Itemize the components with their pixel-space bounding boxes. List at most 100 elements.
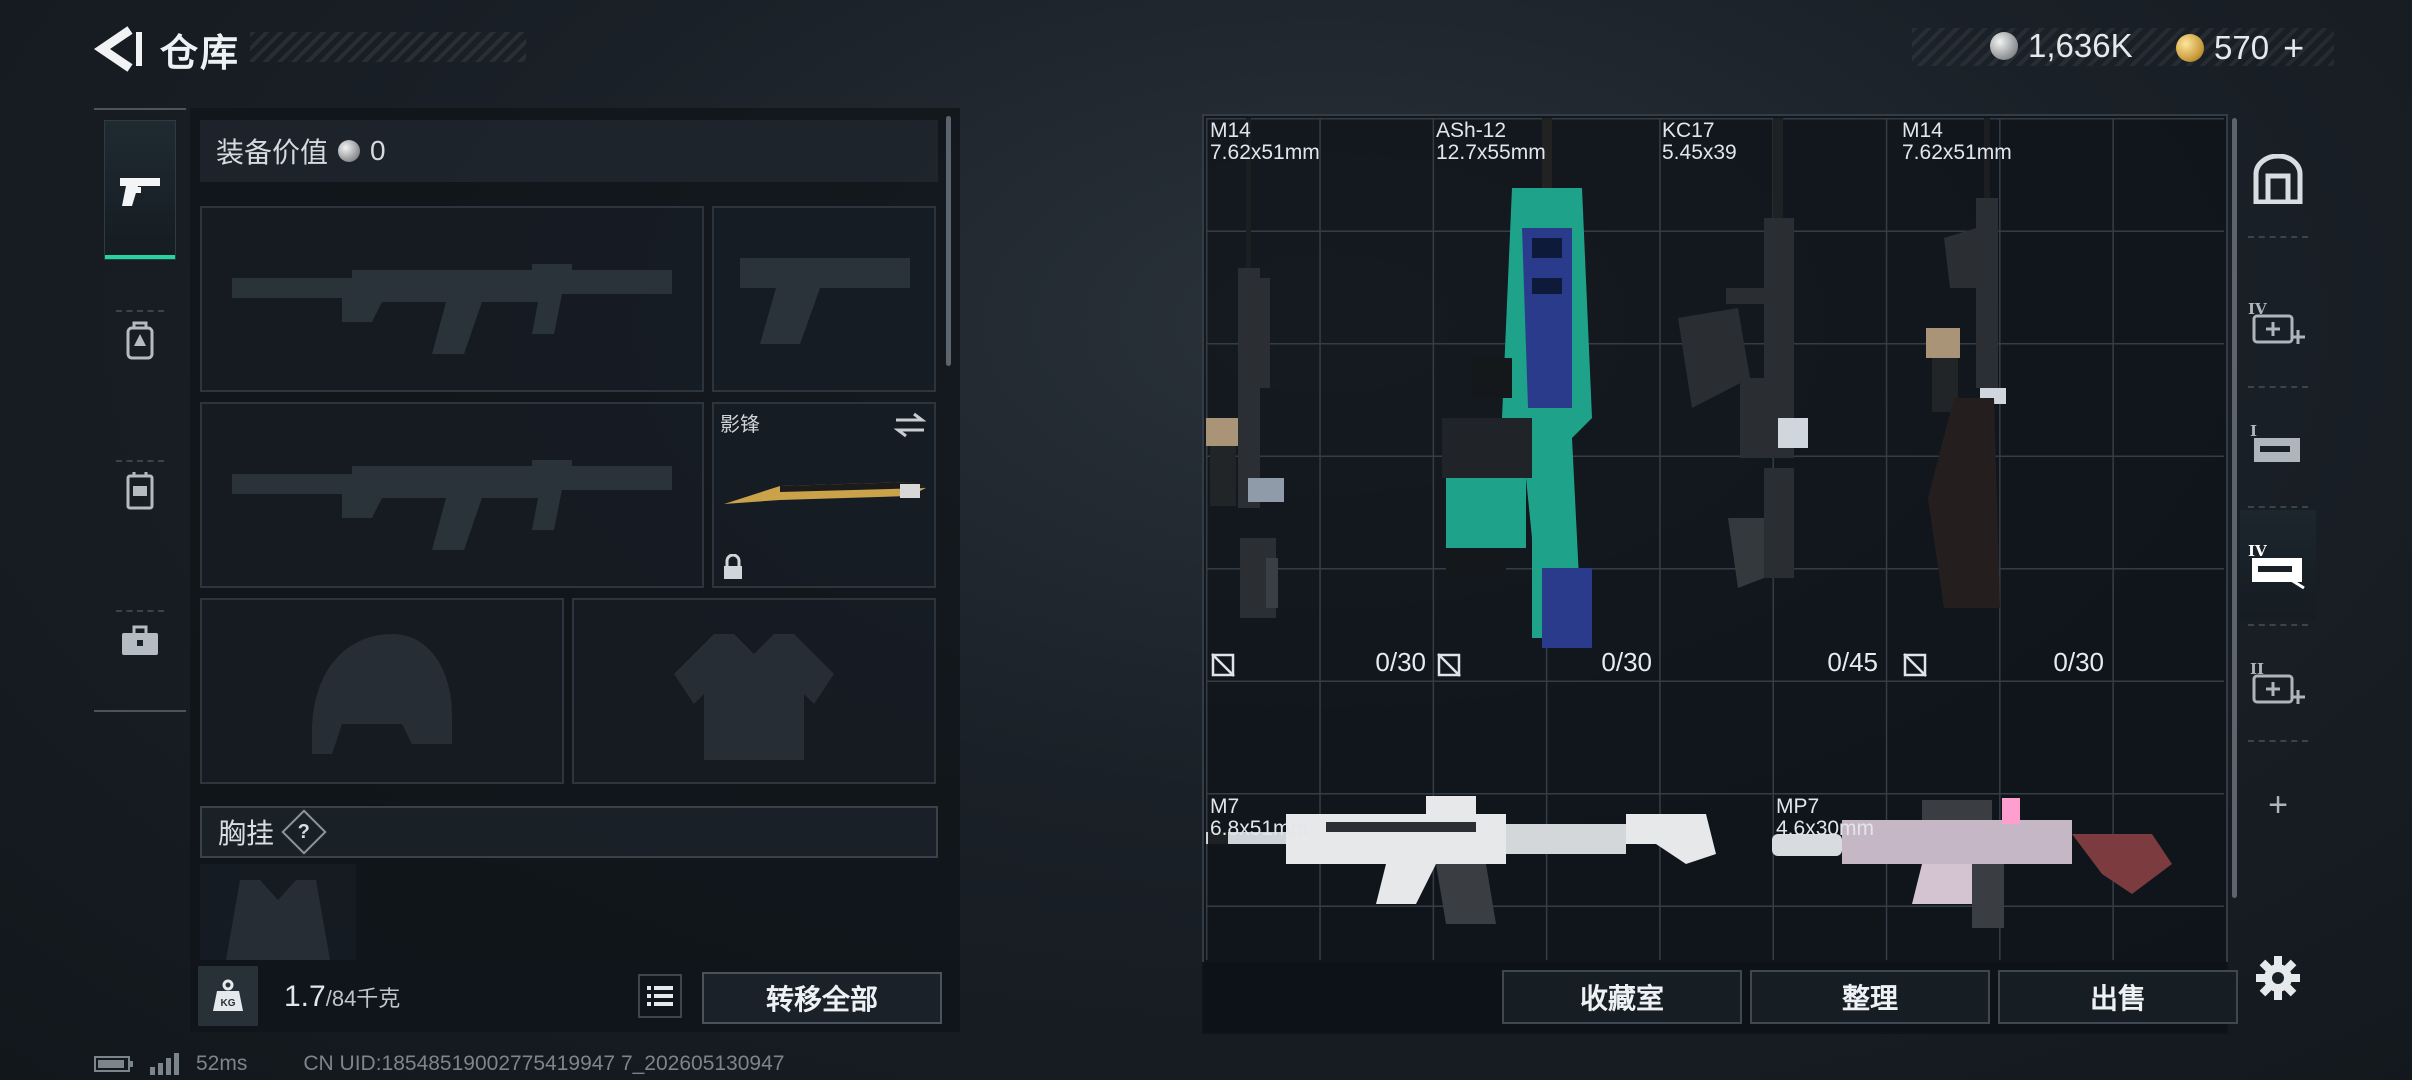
title-decoration	[250, 32, 526, 62]
toolbox-icon	[122, 625, 158, 655]
level-4-medkit-add-icon: IV	[2248, 300, 2305, 344]
helmet-slot[interactable]	[200, 598, 564, 784]
equipment-value: 0	[370, 135, 386, 166]
equipment-scrollbar[interactable]	[946, 116, 951, 366]
tab-safe-box[interactable]	[2240, 124, 2316, 234]
page-title: 仓库	[160, 33, 241, 75]
signal-icon	[150, 1053, 179, 1075]
backpack-icon	[126, 321, 154, 360]
svg-text:I: I	[2250, 422, 2257, 440]
knife-icon	[724, 482, 926, 504]
equipment-tab-column	[94, 108, 186, 712]
item-name: ASh-12	[1436, 119, 1507, 142]
svg-text:KG: KG	[221, 998, 236, 1009]
tab-level-1-case[interactable]: I	[2240, 390, 2316, 500]
add-tab-button[interactable]: +	[2240, 750, 2316, 860]
silver-coin-icon	[338, 140, 361, 162]
tab-divider	[2248, 386, 2308, 388]
no-deploy-icon	[1437, 653, 1461, 677]
chest-rig-slot[interactable]	[200, 864, 356, 960]
settings-button[interactable]	[2240, 924, 2316, 1032]
item-caliber: 7.62x51mm	[1902, 141, 2012, 164]
pistol-silhouette-icon	[740, 258, 910, 344]
item-caliber: 5.45x39	[1662, 141, 1737, 164]
vest-icon	[126, 472, 154, 510]
svg-text:IV: IV	[2248, 542, 2267, 560]
transfer-all-button[interactable]: 转移全部	[702, 972, 942, 1024]
tab-level-4-medkit[interactable]: IV	[2240, 268, 2316, 378]
tab-vest[interactable]	[104, 420, 176, 560]
tab-level-4-case[interactable]: IV	[2240, 510, 2316, 620]
no-deploy-icon	[1211, 653, 1235, 677]
item-name: M14	[1210, 119, 1251, 142]
item-ammo: 0/30	[1601, 647, 1652, 677]
settings-gear-icon	[2256, 956, 2300, 1000]
chest-rig-header: 胸挂 ?	[200, 806, 938, 858]
level-1-weapon-case-icon: I	[2250, 422, 2300, 462]
melee-slot[interactable]: 影锋	[712, 402, 936, 588]
currency-silver: 1,636K	[1990, 27, 2133, 65]
rifle-kc17-icon	[1678, 118, 1808, 588]
tab-divider	[2248, 506, 2308, 508]
tab-divider	[2248, 624, 2308, 626]
tab-divider	[2248, 740, 2308, 742]
back-button[interactable]	[92, 26, 142, 72]
collection-room-button[interactable]: 收藏室	[1502, 970, 1742, 1024]
tab-backpack[interactable]	[104, 270, 176, 410]
rifle-m14-icon	[1206, 118, 1284, 618]
armor-slot[interactable]	[572, 598, 936, 784]
item-ammo: 0/45	[1827, 647, 1878, 677]
silver-amount: 1,636K	[2028, 27, 2133, 64]
tab-divider	[2248, 236, 2308, 238]
silver-coin-icon	[1990, 32, 2018, 60]
storage-grid: M14 7.62x51mm 0/30 ASh-12 12.7x55mm 0/30…	[1206, 118, 2224, 960]
chest-rig-label: 胸挂	[218, 818, 275, 849]
item-ammo: 0/30	[1375, 647, 1426, 677]
help-icon[interactable]: ?	[281, 809, 327, 855]
item-name: M14	[1902, 119, 1943, 142]
storage-item-ash12[interactable]: ASh-12 12.7x55mm 0/30	[1432, 118, 1658, 682]
level-4-weapon-case-icon: IV	[2248, 542, 2305, 590]
storage-scrollbar[interactable]	[2232, 118, 2237, 898]
sell-button[interactable]: 出售	[1998, 970, 2238, 1024]
lock-icon	[724, 554, 742, 579]
equipment-value-label: 装备价值	[216, 137, 329, 168]
back-arrow-icon	[93, 26, 142, 72]
level-2-medkit-add-icon: II	[2250, 660, 2305, 704]
weight-readout: 1.7/84千克	[284, 980, 400, 1014]
organize-button[interactable]: 整理	[1750, 970, 1990, 1024]
chest-rig-silhouette-icon	[226, 880, 330, 960]
rifle-silhouette-icon	[232, 264, 672, 354]
weight-max: /84千克	[325, 986, 401, 1011]
primary-weapon-slot-1[interactable]	[200, 206, 704, 392]
rifle-silhouette-icon	[232, 460, 672, 550]
storage-item-m14[interactable]: M14 7.62x51mm 0/30	[1206, 118, 1432, 682]
sidearm-slot[interactable]	[712, 206, 936, 392]
no-deploy-icon	[1903, 653, 1927, 677]
item-caliber: 12.7x55mm	[1436, 141, 1546, 164]
item-name: M7	[1210, 795, 1240, 818]
storage-item-m14-2[interactable]: M14 7.62x51mm 0/30	[1884, 118, 2110, 682]
tab-toolbox[interactable]	[104, 570, 176, 710]
kg-weight-icon: KG	[198, 966, 258, 1026]
storage-item-kc17[interactable]: KC17 5.45x39 0/45	[1658, 118, 1884, 682]
tab-weapons[interactable]	[104, 120, 176, 260]
equipment-value-header: 装备价值 0	[200, 120, 938, 182]
add-currency-button[interactable]: +	[2283, 27, 2304, 69]
ping-readout: 52ms	[196, 1052, 248, 1075]
swap-icon[interactable]	[894, 412, 926, 438]
tab-level-2-medkit[interactable]: II	[2240, 628, 2316, 738]
item-caliber: 7.62x51mm	[1210, 141, 1320, 164]
currency-gold: 570 +	[2176, 27, 2304, 69]
storage-item-mp7[interactable]: MP7 4.6x30mm	[1772, 794, 2224, 960]
storage-item-m7[interactable]: M7 6.8x51mm	[1206, 794, 1772, 960]
weight-current: 1.7	[284, 980, 326, 1013]
primary-weapon-slot-2[interactable]	[200, 402, 704, 588]
item-name: MP7	[1776, 795, 1820, 818]
pistol-icon	[120, 178, 160, 206]
helmet-silhouette-icon	[312, 634, 452, 754]
item-name: KC17	[1662, 119, 1715, 142]
battery-icon	[94, 1056, 133, 1072]
list-view-button[interactable]	[638, 974, 682, 1018]
rifle-m14-icon	[1926, 118, 2006, 608]
